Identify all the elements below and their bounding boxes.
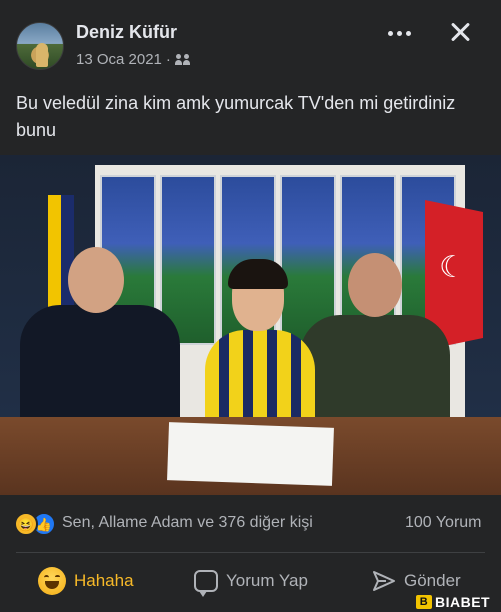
haha-label: Hahaha bbox=[74, 571, 134, 590]
post-card: Deniz Küfür 13 Oca 2021 · Bu veledül zin… bbox=[0, 0, 501, 612]
post-text: Bu veledül zina kim amk yumurcak TV'den … bbox=[16, 93, 456, 140]
comment-button[interactable]: Yorum Yap bbox=[194, 564, 308, 598]
avatar-figure bbox=[36, 43, 48, 67]
author-name[interactable]: Deniz Küfür bbox=[76, 22, 177, 43]
meta-separator: · bbox=[165, 51, 171, 68]
send-button[interactable]: Gönder bbox=[372, 564, 461, 598]
haha-icon: 😆 bbox=[14, 512, 38, 536]
post-date[interactable]: 13 Oca 2021 bbox=[76, 51, 162, 68]
comments-count[interactable]: 100 Yorum bbox=[405, 514, 482, 532]
haha-face-icon bbox=[38, 567, 66, 595]
reaction-summary[interactable]: Sen, Allame Adam ve 376 diğer kişi bbox=[62, 514, 313, 532]
reaction-stats: 😆 👍 Sen, Allame Adam ve 376 diğer kişi 1… bbox=[0, 500, 501, 548]
send-icon bbox=[372, 569, 396, 593]
watermark: B BIABET bbox=[416, 594, 490, 610]
comment-icon bbox=[194, 570, 218, 597]
close-icon[interactable] bbox=[446, 18, 474, 46]
divider bbox=[16, 552, 485, 553]
haha-button[interactable]: Hahaha bbox=[38, 564, 134, 598]
watermark-logo-icon: B bbox=[416, 595, 432, 609]
post-header: Deniz Küfür 13 Oca 2021 · bbox=[0, 0, 501, 80]
comment-label: Yorum Yap bbox=[226, 571, 308, 590]
post-meta: 13 Oca 2021 · bbox=[76, 51, 193, 68]
contract-paper bbox=[167, 422, 334, 486]
reaction-icons[interactable]: 😆 👍 bbox=[14, 512, 60, 536]
watermark-text: BIABET bbox=[435, 594, 491, 610]
more-options-button[interactable] bbox=[388, 26, 414, 40]
friends-audience-icon bbox=[174, 53, 193, 66]
send-label: Gönder bbox=[404, 571, 461, 590]
post-photo[interactable] bbox=[0, 155, 501, 495]
avatar[interactable] bbox=[16, 22, 64, 70]
